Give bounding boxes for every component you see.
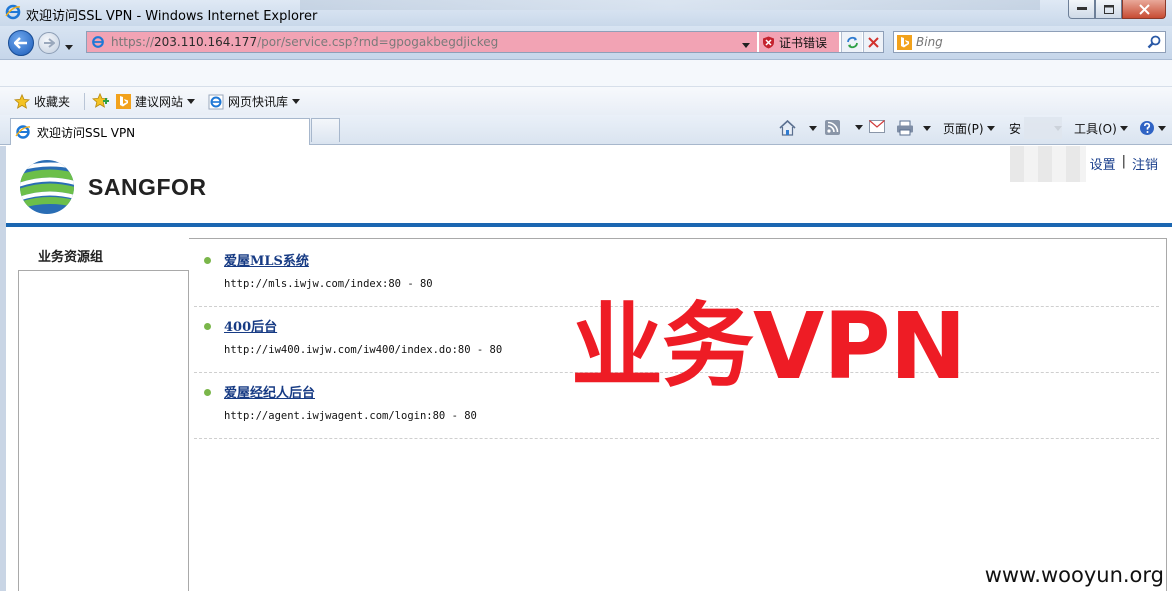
chevron-down-icon — [986, 126, 995, 131]
stop-icon — [868, 36, 879, 48]
web-slice-gallery-button[interactable]: 网页快讯库 — [208, 93, 301, 110]
bing-icon — [897, 35, 912, 50]
refresh-button[interactable] — [841, 32, 862, 52]
tools-menu-button[interactable]: 工具(O) — [1074, 120, 1128, 137]
link-separator: | — [1121, 154, 1126, 169]
resource-address: http://mls.iwjw.com/index:80 - 80 — [224, 278, 433, 290]
divider — [84, 93, 85, 110]
read-mail-button[interactable] — [869, 120, 885, 133]
chevron-down-icon — [855, 125, 863, 130]
window-title-bar[interactable]: 欢迎访问SSL VPN - Windows Internet Explorer — [0, 0, 1172, 26]
page-content: SANGFOR 设置 | 注销 业务资源组 爱屋MLS系统 http://mls… — [0, 146, 1172, 591]
page-menu-button[interactable]: 页面(P) — [943, 120, 995, 137]
site-watermark: www.wooyun.org — [984, 563, 1164, 587]
home-button[interactable] — [779, 120, 817, 136]
help-button[interactable] — [1139, 120, 1166, 136]
blurred-region — [300, 0, 1040, 10]
address-dropdown[interactable] — [742, 37, 750, 51]
maximize-button[interactable] — [1095, 0, 1122, 19]
close-button[interactable] — [1122, 0, 1166, 19]
logout-link[interactable]: 注销 — [1132, 154, 1158, 173]
menu-strip — [0, 60, 1172, 87]
star-icon — [14, 94, 30, 109]
tab-ssl-vpn[interactable]: 欢迎访问SSL VPN — [10, 118, 310, 145]
certificate-error-button[interactable]: 证书错误 — [759, 32, 839, 52]
bullet-icon — [204, 323, 211, 330]
back-button[interactable] — [8, 30, 34, 56]
minimize-button[interactable] — [1068, 0, 1095, 19]
favorites-bar: 收藏夹 建议网站 网页快讯库 — [0, 87, 1172, 115]
chevron-down-icon — [1158, 125, 1166, 131]
search-box[interactable] — [893, 31, 1166, 53]
internet-explorer-icon — [5, 4, 21, 23]
sidebar-item-business-resource-group[interactable]: 业务资源组 — [18, 238, 189, 271]
resource-address: http://agent.iwjwagent.com/login:80 - 80 — [224, 410, 477, 422]
mail-icon — [869, 120, 885, 133]
refresh-icon — [846, 36, 858, 48]
new-tab-button[interactable] — [311, 118, 340, 142]
chevron-down-icon — [1119, 126, 1128, 131]
print-button[interactable] — [896, 120, 931, 136]
recent-pages-dropdown[interactable] — [65, 39, 73, 53]
printer-icon — [897, 120, 913, 136]
forward-button[interactable] — [38, 32, 60, 54]
search-input[interactable] — [916, 33, 1141, 51]
chevron-down-icon — [187, 99, 196, 104]
arrow-right-icon — [44, 38, 55, 48]
rss-feed-icon — [825, 120, 840, 135]
address-bar[interactable]: https://203.110.164.177/por/service.csp?… — [86, 31, 884, 53]
blurred-region — [1010, 146, 1086, 182]
sidebar: 业务资源组 — [18, 238, 189, 591]
add-favorite-star-icon — [92, 93, 109, 108]
chevron-down-icon — [923, 125, 931, 131]
resource-address: http://iw400.iwjw.com/iw400/index.do:80 … — [224, 344, 503, 356]
bing-icon — [116, 94, 131, 109]
internet-explorer-icon — [15, 125, 31, 139]
navigation-bar: https://203.110.164.177/por/service.csp?… — [0, 26, 1172, 60]
chevron-down-icon — [809, 125, 817, 131]
resource-link[interactable]: 爱屋MLS系统 — [224, 250, 309, 269]
home-icon — [779, 120, 796, 136]
window-title: 欢迎访问SSL VPN - Windows Internet Explorer — [26, 9, 318, 24]
overlay-headline: 业务VPN — [571, 293, 967, 400]
sangfor-logo: SANGFOR — [18, 158, 207, 216]
bullet-icon — [204, 389, 211, 396]
internet-explorer-icon — [208, 94, 224, 109]
add-to-favorites-bar-button[interactable] — [92, 93, 109, 108]
bullet-icon — [204, 257, 211, 264]
shield-error-icon — [763, 36, 774, 48]
tab-bar: 欢迎访问SSL VPN 页面(P) 安 工具(O) — [0, 115, 1172, 145]
header-divider — [6, 223, 1172, 227]
blurred-region — [1024, 117, 1062, 139]
favorites-button[interactable]: 收藏夹 — [14, 93, 70, 110]
arrow-left-icon — [14, 37, 27, 49]
search-icon[interactable] — [1147, 35, 1161, 52]
page-icon — [91, 35, 105, 52]
stop-button[interactable] — [863, 32, 883, 52]
brand-name: SANGFOR — [88, 173, 207, 200]
settings-link[interactable]: 设置 — [1090, 154, 1116, 173]
feeds-button[interactable] — [825, 120, 863, 135]
url-text[interactable]: https://203.110.164.177/por/service.csp?… — [111, 35, 498, 49]
resource-link[interactable]: 爱屋经纪人后台 — [224, 382, 315, 401]
suggested-sites-button[interactable]: 建议网站 — [116, 93, 196, 110]
help-icon — [1140, 121, 1154, 135]
chevron-down-icon — [292, 99, 301, 104]
resource-link[interactable]: 400后台 — [224, 316, 277, 335]
sangfor-globe-icon — [20, 160, 74, 214]
